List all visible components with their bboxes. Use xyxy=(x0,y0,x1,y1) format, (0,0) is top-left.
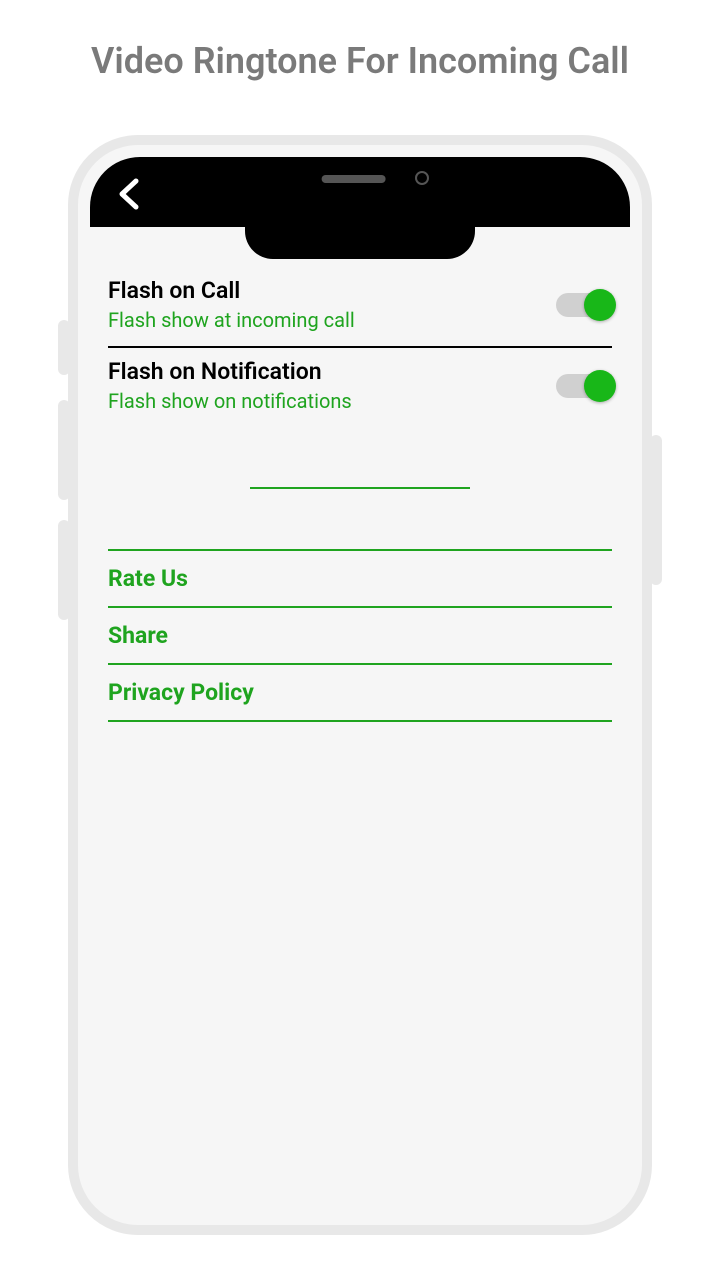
app-screen: Flash on Call Flash show at incoming cal… xyxy=(90,227,630,1213)
setting-flash-on-call: Flash on Call Flash show at incoming cal… xyxy=(108,267,612,348)
section-divider xyxy=(250,487,470,489)
rate-us-link[interactable]: Rate Us xyxy=(108,551,612,608)
privacy-policy-link[interactable]: Privacy Policy xyxy=(108,665,612,722)
setting-title: Flash on Notification xyxy=(108,358,556,385)
setting-flash-on-notification: Flash on Notification Flash show on noti… xyxy=(108,348,612,427)
page-title: Video Ringtone For Incoming Call xyxy=(0,0,720,82)
toggle-knob xyxy=(584,370,616,402)
setting-subtitle: Flash show at incoming call xyxy=(108,308,556,332)
phone-camera xyxy=(415,171,429,185)
setting-subtitle: Flash show on notifications xyxy=(108,389,556,413)
setting-text: Flash on Call Flash show at incoming cal… xyxy=(108,277,556,332)
flash-on-call-toggle[interactable] xyxy=(556,293,612,317)
phone-speaker xyxy=(322,175,386,183)
toggle-knob xyxy=(584,289,616,321)
share-link[interactable]: Share xyxy=(108,608,612,665)
setting-title: Flash on Call xyxy=(108,277,556,304)
setting-text: Flash on Notification Flash show on noti… xyxy=(108,358,556,413)
chevron-left-icon xyxy=(116,177,142,211)
phone-notch xyxy=(90,157,630,227)
phone-side-button xyxy=(58,400,70,500)
flash-on-notification-toggle[interactable] xyxy=(556,374,612,398)
phone-frame: Flash on Call Flash show at incoming cal… xyxy=(68,135,652,1235)
phone-side-button xyxy=(650,435,662,585)
phone-side-button xyxy=(58,320,70,375)
phone-side-button xyxy=(58,520,70,620)
back-button[interactable] xyxy=(116,177,142,211)
links-section: Rate Us Share Privacy Policy xyxy=(108,549,612,722)
